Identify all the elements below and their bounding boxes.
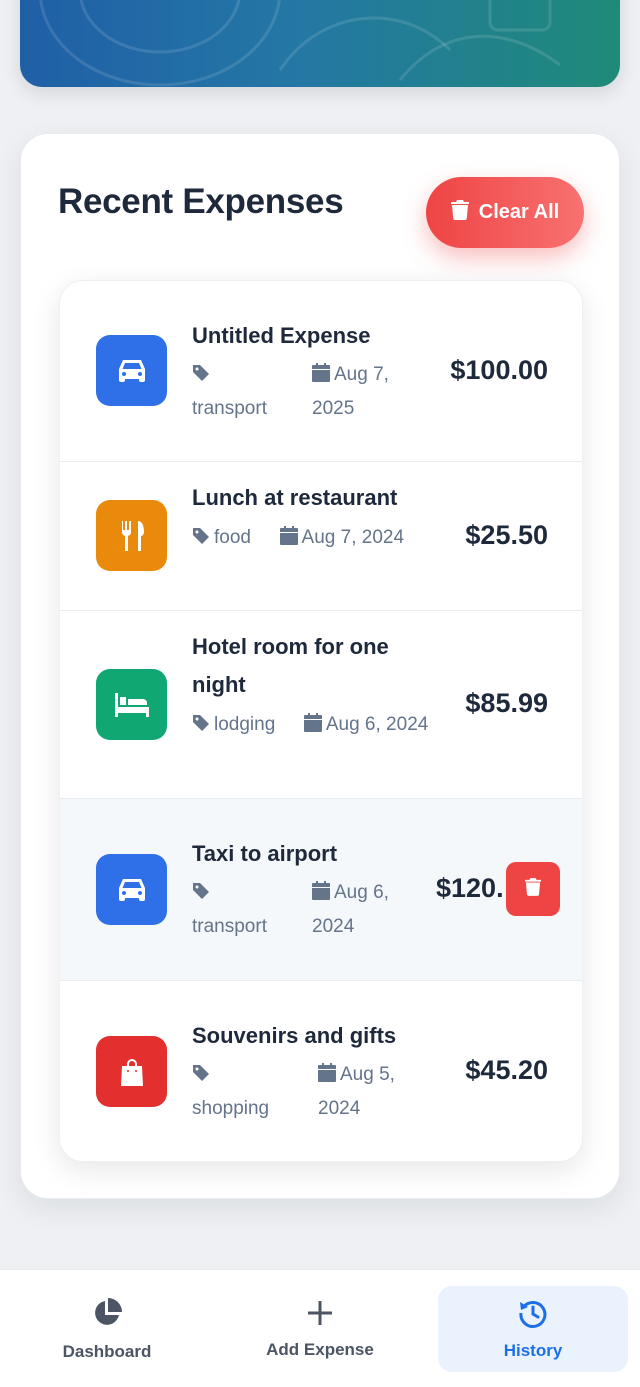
bed-icon xyxy=(96,669,167,740)
expense-amount: $100.00 xyxy=(450,355,548,385)
pie-chart-icon xyxy=(91,1297,123,1334)
expense-amount: $45.20 xyxy=(465,1055,548,1085)
expense-category: shopping xyxy=(192,1059,269,1125)
expense-date: Aug 7, 2025 xyxy=(312,359,389,425)
tag-icon xyxy=(192,879,210,911)
recent-expenses-panel: Recent Expenses Clear All Untitled Expen… xyxy=(20,133,620,1199)
expense-date: Aug 6, 2024 xyxy=(325,714,429,735)
trash-icon xyxy=(525,877,541,901)
shopping-bag-icon xyxy=(96,1036,167,1107)
expense-title: Untitled Expense xyxy=(192,323,371,348)
expense-date: Aug 6, 2024 xyxy=(312,877,389,943)
expense-date: Aug 7, 2024 xyxy=(301,527,405,548)
expense-meta: food Aug 7, 2024 xyxy=(192,522,404,556)
nav-history[interactable]: History xyxy=(438,1286,628,1372)
calendar-icon xyxy=(312,879,330,911)
expense-title: Lunch at restaurant xyxy=(192,485,398,510)
tag-icon xyxy=(192,1061,210,1093)
bottom-navigation: Dashboard Add Expense History xyxy=(0,1269,640,1387)
expense-category: food xyxy=(214,527,251,548)
tag-icon xyxy=(192,361,210,393)
car-icon xyxy=(96,854,167,925)
expense-list: Untitled Expense transport Aug 7, 2025 $… xyxy=(59,280,583,1162)
tag-icon xyxy=(192,524,210,556)
plus-icon xyxy=(306,1299,334,1332)
nav-history-label: History xyxy=(503,1340,563,1360)
expense-category: transport xyxy=(192,877,267,943)
expense-amount: $120. xyxy=(436,873,504,903)
calendar-icon xyxy=(303,711,322,743)
nav-dashboard[interactable]: Dashboard xyxy=(12,1286,202,1372)
history-icon xyxy=(518,1298,548,1333)
expense-meta: lodging Aug 6, 2024 xyxy=(192,709,428,743)
expense-title: Hotel room for one night xyxy=(192,634,389,697)
utensils-icon xyxy=(96,500,167,571)
expense-amount: $85.99 xyxy=(465,688,548,718)
expense-title: Souvenirs and gifts xyxy=(192,1023,397,1048)
expense-row[interactable]: Taxi to airport transport Aug 6, 2024 $1… xyxy=(60,799,582,981)
expense-row[interactable]: Lunch at restaurant food Aug 7, 2024 $25… xyxy=(60,462,582,611)
nav-dashboard-label: Dashboard xyxy=(62,1341,152,1361)
trash-icon xyxy=(450,199,469,226)
calendar-icon xyxy=(312,361,330,393)
expense-date: Aug 5, 2024 xyxy=(318,1059,395,1125)
nav-add-expense[interactable]: Add Expense xyxy=(225,1286,415,1372)
expense-row[interactable]: Untitled Expense transport Aug 7, 2025 $… xyxy=(60,281,582,462)
dashboard-background-image xyxy=(39,0,561,87)
delete-expense-button[interactable] xyxy=(506,862,560,916)
expense-category: lodging xyxy=(214,714,276,735)
expense-title: Taxi to airport xyxy=(192,841,338,866)
panel-title: Recent Expenses xyxy=(58,182,344,221)
expense-category: transport xyxy=(192,359,267,425)
expense-amount: $25.50 xyxy=(465,520,548,550)
clear-all-button[interactable]: Clear All xyxy=(426,177,584,248)
hero-banner xyxy=(20,0,620,87)
clear-all-label: Clear All xyxy=(478,201,560,223)
nav-add-expense-label: Add Expense xyxy=(266,1339,374,1359)
expense-row[interactable]: Souvenirs and gifts shopping Aug 5, 2024… xyxy=(60,981,582,1161)
calendar-icon xyxy=(318,1061,336,1093)
car-icon xyxy=(96,335,167,406)
tag-icon xyxy=(192,711,210,743)
expense-row[interactable]: Hotel room for one night lodging Aug 6, … xyxy=(60,611,582,799)
calendar-icon xyxy=(279,524,298,556)
